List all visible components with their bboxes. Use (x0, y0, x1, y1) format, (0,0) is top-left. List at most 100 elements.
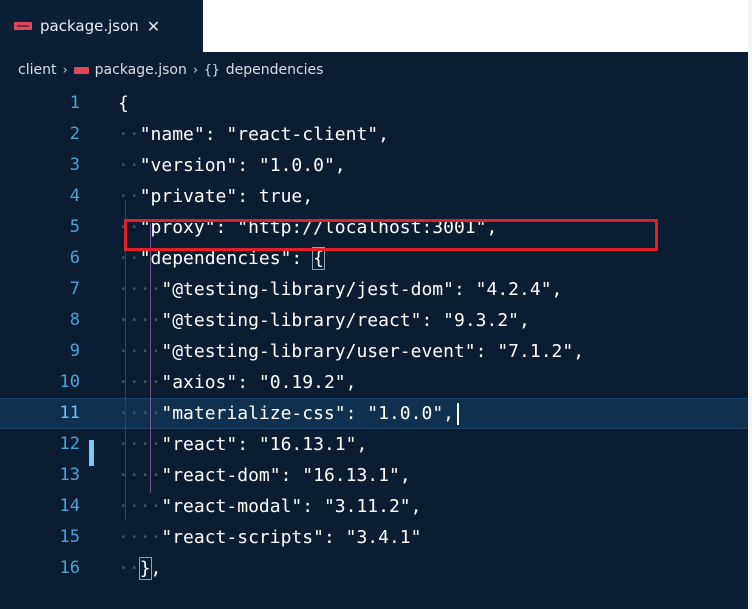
tab-package-json[interactable]: package.json ✕ (0, 0, 203, 52)
line-number[interactable]: 15 (0, 522, 80, 553)
chevron-right-icon: › (62, 62, 68, 78)
line-number[interactable]: 14 (0, 491, 80, 522)
whitespace-marker: ·· (118, 496, 140, 517)
line-number[interactable]: 10 (0, 367, 80, 398)
json-punctuation: : (291, 248, 314, 269)
line-number[interactable]: 9 (0, 336, 80, 367)
whitespace-marker: ·· (118, 527, 140, 548)
code-line[interactable]: 4 ··"private": true, (0, 181, 748, 212)
code-text[interactable]: ····"@testing-library/react": "9.3.2", (118, 305, 530, 336)
page-edge (748, 0, 752, 609)
json-punctuation: : (302, 496, 324, 517)
line-number[interactable]: 13 (0, 460, 80, 491)
json-punctuation: : (204, 124, 227, 145)
json-key: "version" (139, 155, 238, 176)
line-number[interactable]: 3 (0, 150, 80, 181)
json-punctuation: , (356, 434, 368, 455)
json-punctuation: , (334, 155, 346, 176)
code-line[interactable]: 11 ····"materialize-css": "1.0.0", (0, 398, 748, 429)
code-text[interactable]: { (118, 88, 129, 119)
code-line[interactable]: 10····"axios": "0.19.2", (0, 367, 748, 398)
json-string: "3.4.1" (345, 527, 422, 548)
line-number[interactable]: 8 (0, 305, 80, 336)
json-key: "dependencies" (139, 248, 292, 269)
json-punctuation: : (280, 465, 303, 486)
code-text[interactable]: ··"name": "react-client", (118, 119, 389, 150)
line-number[interactable]: 5 (0, 212, 80, 243)
code-line[interactable]: 12 ····"react": "16.13.1", (0, 429, 748, 460)
json-string: "4.2.4" (475, 279, 552, 300)
json-key: "react" (161, 434, 238, 455)
code-text[interactable]: ··"private": true, (118, 181, 313, 212)
line-number[interactable]: 7 (0, 274, 80, 305)
json-punctuation: : (237, 155, 259, 176)
json-string: "1.0.0" (367, 403, 444, 424)
json-key: "materialize-css" (161, 403, 346, 424)
code-text[interactable]: ··"version": "1.0.0", (118, 150, 346, 181)
code-text[interactable]: ··}, (118, 553, 161, 584)
close-icon[interactable]: ✕ (147, 17, 160, 36)
breadcrumb-file[interactable]: package.json (95, 62, 187, 78)
tab-bar-empty-area (203, 0, 748, 52)
whitespace-marker: ·· (118, 558, 140, 579)
code-text[interactable]: ····"@testing-library/jest-dom": "4.2.4"… (118, 274, 562, 305)
editor-window: package.json ✕ client › package.json › {… (0, 0, 752, 609)
json-punctuation: , (399, 465, 411, 486)
line-number[interactable]: 11 (0, 399, 80, 428)
whitespace-marker: ·· (118, 186, 140, 207)
json-key: "private" (139, 186, 238, 207)
code-line[interactable]: 14 ····"react-modal": "3.11.2", (0, 491, 748, 522)
code-text[interactable]: ····"materialize-css": "1.0.0", (118, 399, 459, 428)
json-string: "react-client" (226, 124, 379, 145)
code-line[interactable]: 16 ··}, (0, 553, 748, 584)
breadcrumb-folder[interactable]: client (18, 62, 56, 78)
json-punctuation: , (443, 403, 454, 424)
whitespace-marker: ·· (118, 155, 140, 176)
json-key: "react-scripts" (161, 527, 324, 548)
matched-bracket: { (312, 247, 325, 270)
code-line[interactable]: 7 ····"@testing-library/jest-dom": "4.2.4… (0, 274, 748, 305)
json-punctuation: , (345, 372, 357, 393)
line-number[interactable]: 2 (0, 119, 80, 150)
json-punctuation: : (237, 434, 259, 455)
breadcrumb-symbol[interactable]: dependencies (226, 62, 324, 78)
code-line[interactable]: 1{ (0, 88, 748, 119)
code-text[interactable]: ····"react-modal": "3.11.2", (118, 491, 422, 522)
line-number[interactable]: 1 (0, 88, 80, 119)
json-key: "axios" (161, 372, 238, 393)
json-string: "3.11.2" (323, 496, 411, 517)
code-line[interactable]: 15 ····"react-scripts": "3.4.1" (0, 522, 748, 553)
whitespace-marker: ·· (118, 341, 140, 362)
code-line[interactable]: 2 ··"name": "react-client", (0, 119, 748, 150)
code-text[interactable]: ····"react": "16.13.1", (118, 429, 367, 460)
code-text[interactable]: ····"@testing-library/user-event": "7.1.… (118, 336, 584, 367)
whitespace-marker: ·· (118, 372, 140, 393)
json-punctuation: : (323, 527, 346, 548)
code-text[interactable]: ····"react-scripts": "3.4.1" (118, 522, 421, 553)
json-punctuation: , (519, 310, 530, 331)
json-punctuation: , (410, 496, 422, 517)
line-number[interactable]: 6 (0, 243, 80, 274)
json-key: "name" (139, 124, 205, 145)
code-line[interactable]: 8 ····"@testing-library/react": "9.3.2", (0, 305, 748, 336)
annotation-highlight-box (124, 219, 658, 251)
line-number[interactable]: 4 (0, 181, 80, 212)
line-number[interactable]: 12 (0, 429, 80, 460)
matched-bracket: } (138, 557, 152, 580)
code-line[interactable]: 13 ····"react-dom": "16.13.1", (0, 460, 748, 491)
chevron-right-icon: › (192, 62, 199, 78)
whitespace-marker: ·· (118, 465, 140, 486)
code-text[interactable]: ····"react-dom": "16.13.1", (118, 460, 411, 491)
json-punctuation: : (421, 310, 444, 331)
code-line[interactable]: 3 ··"version": "1.0.0", (0, 150, 748, 181)
json-string: "1.0.0" (258, 155, 335, 176)
json-punctuation: , (378, 124, 389, 145)
code-text[interactable]: ····"axios": "0.19.2", (118, 367, 356, 398)
code-editor[interactable]: 1{2 ··"name": "react-client", 3 ··"version"… (0, 88, 748, 609)
code-line[interactable]: 9 ····"@testing-library/user-event": "7.1… (0, 336, 748, 367)
line-number[interactable]: 16 (0, 553, 80, 584)
json-key: "@testing-library/jest-dom" (161, 279, 454, 300)
json-string: "9.3.2" (443, 310, 520, 331)
whitespace-marker: ·· (139, 527, 162, 548)
json-punctuation: , (302, 186, 314, 207)
